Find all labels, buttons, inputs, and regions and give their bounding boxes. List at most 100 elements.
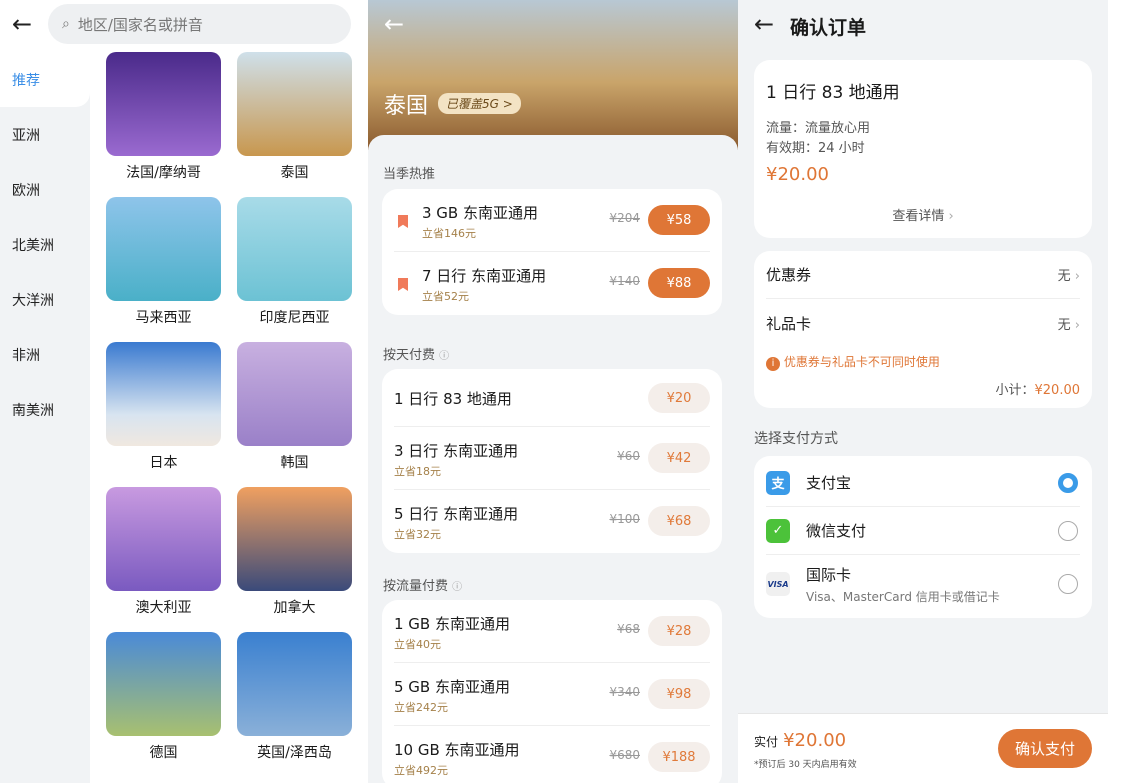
destination-image	[106, 487, 221, 591]
alipay-icon: 支	[766, 470, 790, 495]
warning-text: i 优惠券与礼品卡不可同时使用	[766, 353, 940, 371]
bookmark-icon	[398, 215, 408, 228]
plan-row[interactable]: 1 GB 东南亚通用 立省40元 ¥68 ¥28	[394, 600, 710, 663]
plan-name: 5 GB 东南亚通用	[394, 678, 510, 696]
region-item[interactable]: 非洲	[0, 327, 90, 382]
search-input[interactable]: ⌕ 地区/国家名或拼音	[48, 4, 351, 44]
plan-name: 3 日行 东南亚通用	[394, 442, 519, 460]
region-sidebar: 推荐 亚洲 欧洲 北美洲 大洋洲 非洲 南美洲	[0, 52, 90, 783]
price-button[interactable]: ¥188	[648, 742, 710, 772]
subtotal: 小计：¥20.00	[995, 383, 1080, 398]
destination-label: 英国/泽西岛	[257, 745, 332, 761]
destination-label: 加拿大	[273, 600, 316, 616]
plan-saving: 立省32元	[394, 528, 441, 541]
destination-tile[interactable]: 德国	[106, 632, 221, 777]
destination-tile[interactable]: 马来西亚	[106, 197, 221, 342]
plan-price: ¥20.00	[766, 164, 829, 185]
coupon-row[interactable]: 优惠券无 ›	[766, 251, 1080, 299]
region-item[interactable]: 南美洲	[0, 382, 90, 437]
validity-note: *预订后 30 天内启用有效	[754, 760, 857, 770]
destination-tile[interactable]: 日本	[106, 342, 221, 487]
gift-card-row[interactable]: 礼品卡无 ›	[766, 299, 1080, 347]
region-item[interactable]: 大洋洲	[0, 272, 90, 327]
payment-section-title: 选择支付方式	[754, 431, 838, 447]
hot-plans-card: 3 GB 东南亚通用 立省146元 ¥204 ¥58 7 日行 东南亚通用 立省52元 ¥…	[382, 189, 722, 315]
validity-info: 有效期：24 小时	[766, 141, 865, 156]
price-button[interactable]: ¥28	[648, 616, 710, 646]
price-button[interactable]: ¥20	[648, 383, 710, 413]
back-arrow-icon[interactable]: ←	[754, 12, 774, 36]
plan-row[interactable]: 1 日行 83 地通用 ¥20	[394, 369, 710, 427]
destination-tile[interactable]: 英国/泽西岛	[237, 632, 352, 777]
destination-image	[237, 342, 352, 446]
order-confirm-screen: ← 确认订单 1 日行 83 地通用 流量：流量放心用 有效期：24 小时 ¥2…	[738, 0, 1108, 783]
plan-summary-card: 1 日行 83 地通用 流量：流量放心用 有效期：24 小时 ¥20.00 查看…	[754, 60, 1092, 238]
destination-label: 印度尼西亚	[259, 310, 330, 326]
back-arrow-icon[interactable]: ←	[12, 12, 32, 36]
radio-unselected[interactable]	[1058, 574, 1078, 594]
original-price: ¥68	[617, 622, 640, 636]
radio-selected[interactable]	[1058, 472, 1078, 493]
destination-label: 泰国	[280, 165, 309, 181]
region-item[interactable]: 推荐	[0, 52, 90, 107]
radio-unselected[interactable]	[1058, 520, 1078, 541]
price-button[interactable]: ¥42	[648, 443, 710, 473]
payment-intl-card[interactable]: VISA 国际卡 Visa、MasterCard 信用卡或借记卡	[766, 555, 1080, 613]
destination-tile[interactable]: 澳大利亚	[106, 487, 221, 632]
price-button[interactable]: ¥68	[648, 506, 710, 536]
plan-saving: 立省146元	[422, 227, 476, 240]
price-button[interactable]: ¥58	[648, 205, 710, 235]
plan-name: 1 日行 83 地通用	[766, 83, 900, 103]
destination-tile[interactable]: 印度尼西亚	[237, 197, 352, 342]
plan-name: 5 日行 东南亚通用	[394, 505, 519, 523]
hero-image: ← 泰国 已覆盖5G >	[368, 0, 738, 150]
search-icon: ⌕	[62, 16, 70, 32]
original-price: ¥340	[609, 685, 640, 699]
original-price: ¥60	[617, 449, 640, 463]
destination-tile[interactable]: 加拿大	[237, 487, 352, 632]
plan-saving: 立省18元	[394, 465, 441, 478]
region-item[interactable]: 亚洲	[0, 107, 90, 162]
destination-label: 德国	[149, 745, 178, 761]
info-icon: ⓘ	[452, 582, 463, 593]
payment-wechat[interactable]: ✓ 微信支付	[766, 507, 1080, 555]
destination-tile[interactable]: 法国/摩纳哥	[106, 52, 221, 197]
destination-image	[106, 197, 221, 301]
price-button[interactable]: ¥98	[648, 679, 710, 709]
destination-label: 法国/摩纳哥	[126, 165, 201, 181]
chevron-right-icon: ›	[948, 209, 954, 224]
plan-row[interactable]: 5 GB 东南亚通用 立省242元 ¥340 ¥98	[394, 663, 710, 726]
destination-label: 日本	[149, 455, 178, 471]
wechat-pay-icon: ✓	[766, 518, 790, 543]
confirm-pay-button[interactable]: 确认支付	[998, 729, 1092, 768]
plan-row[interactable]: 3 GB 东南亚通用 立省146元 ¥204 ¥58	[394, 189, 710, 252]
destination-tile[interactable]: 韩国	[237, 342, 352, 487]
visa-icon: VISA	[766, 572, 790, 596]
payment-alipay[interactable]: 支支付宝	[766, 459, 1080, 507]
back-arrow-icon[interactable]: ←	[384, 12, 404, 36]
plan-saving: 立省40元	[394, 638, 441, 651]
destination-label: 澳大利亚	[135, 600, 192, 616]
plan-saving: 立省52元	[422, 290, 469, 303]
destination-label: 马来西亚	[135, 310, 192, 326]
region-item[interactable]: 北美洲	[0, 217, 90, 272]
plan-row[interactable]: 10 GB 东南亚通用 立省492元 ¥680 ¥188	[394, 726, 710, 783]
destination-label: 韩国	[280, 455, 309, 471]
plan-row[interactable]: 7 日行 东南亚通用 立省52元 ¥140 ¥88	[394, 252, 710, 315]
destination-image	[106, 52, 221, 156]
5g-badge[interactable]: 已覆盖5G >	[438, 93, 521, 114]
plan-row[interactable]: 3 日行 东南亚通用立省18元 ¥60 ¥42	[394, 427, 710, 490]
original-price: ¥100	[609, 512, 640, 526]
checkout-bar: 实付 ¥20.00 *预订后 30 天内启用有效 确认支付	[738, 713, 1108, 783]
price-button[interactable]: ¥88	[648, 268, 710, 298]
plan-row[interactable]: 5 日行 东南亚通用立省32元 ¥100 ¥68	[394, 490, 710, 553]
original-price: ¥680	[609, 748, 640, 762]
section-title: 按流量付费 ⓘ	[383, 579, 463, 594]
view-details-link[interactable]: 查看详情 ›	[754, 205, 1092, 224]
plan-name: 7 日行 东南亚通用	[422, 267, 547, 285]
chevron-right-icon: ›	[1074, 317, 1080, 333]
traffic-info: 流量：流量放心用	[766, 121, 871, 136]
original-price: ¥204	[609, 211, 640, 225]
destination-tile[interactable]: 泰国	[237, 52, 352, 197]
region-item[interactable]: 欧洲	[0, 162, 90, 217]
